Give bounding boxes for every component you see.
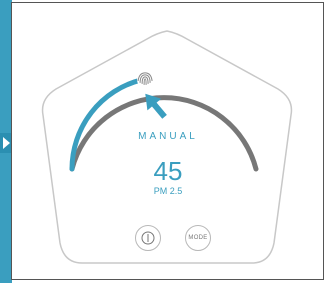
power-icon	[141, 231, 155, 245]
mode-button[interactable]: MODE	[185, 225, 211, 251]
pm25-value: 45	[153, 156, 183, 186]
device-frame: MANUAL 45 PM 2.5 MODE	[11, 2, 324, 280]
mode-label: MANUAL	[138, 131, 198, 142]
fingerprint-icon	[137, 71, 154, 88]
power-button[interactable]	[135, 225, 161, 251]
unit-label: PM 2.5	[153, 186, 183, 196]
mode-button-label: MODE	[188, 235, 208, 241]
